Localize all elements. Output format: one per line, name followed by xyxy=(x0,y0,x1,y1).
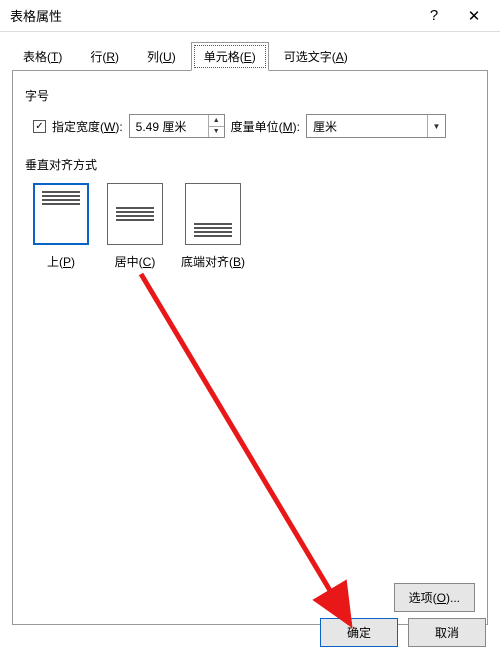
valign-group-label: 垂直对齐方式 xyxy=(25,156,475,173)
ok-button[interactable]: 确定 xyxy=(320,618,398,647)
size-group-label: 字号 xyxy=(25,87,475,104)
chevron-down-icon[interactable]: ▼ xyxy=(427,115,445,137)
measure-combo[interactable]: 厘米 ▼ xyxy=(306,114,446,138)
tab-alt-text[interactable]: 可选文字(A) xyxy=(271,42,361,71)
valign-center-option[interactable]: 居中(C) xyxy=(107,183,163,270)
spinner-arrows: ▲ ▼ xyxy=(208,115,224,137)
valign-top-label: 上(P) xyxy=(47,253,75,270)
measure-value: 厘米 xyxy=(307,115,427,137)
tab-table[interactable]: 表格(T) xyxy=(10,42,75,71)
valign-center-icon xyxy=(107,183,163,245)
spin-up-icon[interactable]: ▲ xyxy=(209,115,224,127)
titlebar: 表格属性 ? ✕ xyxy=(0,0,500,32)
tab-row[interactable]: 行(R) xyxy=(77,42,132,71)
width-label: 指定宽度(W): xyxy=(52,118,123,135)
valign-center-label: 居中(C) xyxy=(115,253,156,270)
window-title: 表格属性 xyxy=(10,6,414,25)
spin-down-icon[interactable]: ▼ xyxy=(209,127,224,138)
help-button[interactable]: ? xyxy=(414,2,454,30)
valign-row: 上(P) 居中(C) 底端对齐(B) xyxy=(25,183,475,270)
tab-column[interactable]: 列(U) xyxy=(134,42,189,71)
valign-top-icon xyxy=(33,183,89,245)
width-spinner[interactable]: 5.49 厘米 ▲ ▼ xyxy=(129,114,225,138)
tab-cell[interactable]: 单元格(E) xyxy=(191,42,269,71)
close-button[interactable]: ✕ xyxy=(454,2,494,30)
valign-bottom-icon xyxy=(185,183,241,245)
dialog-footer: 确定 取消 xyxy=(320,618,486,647)
cancel-button[interactable]: 取消 xyxy=(408,618,486,647)
measure-label: 度量单位(M): xyxy=(231,118,300,135)
valign-top-option[interactable]: 上(P) xyxy=(33,183,89,270)
cell-panel: 字号 ✓ 指定宽度(W): 5.49 厘米 ▲ ▼ 度量单位(M): 厘米 ▼ … xyxy=(12,70,488,625)
valign-bottom-label: 底端对齐(B) xyxy=(181,253,245,270)
width-value[interactable]: 5.49 厘米 xyxy=(130,115,208,137)
tab-strip: 表格(T) 行(R) 列(U) 单元格(E) 可选文字(A) xyxy=(0,32,500,71)
options-button[interactable]: 选项(O)... xyxy=(394,583,475,612)
valign-bottom-option[interactable]: 底端对齐(B) xyxy=(181,183,245,270)
width-checkbox[interactable]: ✓ xyxy=(33,120,46,133)
size-row: ✓ 指定宽度(W): 5.49 厘米 ▲ ▼ 度量单位(M): 厘米 ▼ xyxy=(25,114,475,138)
